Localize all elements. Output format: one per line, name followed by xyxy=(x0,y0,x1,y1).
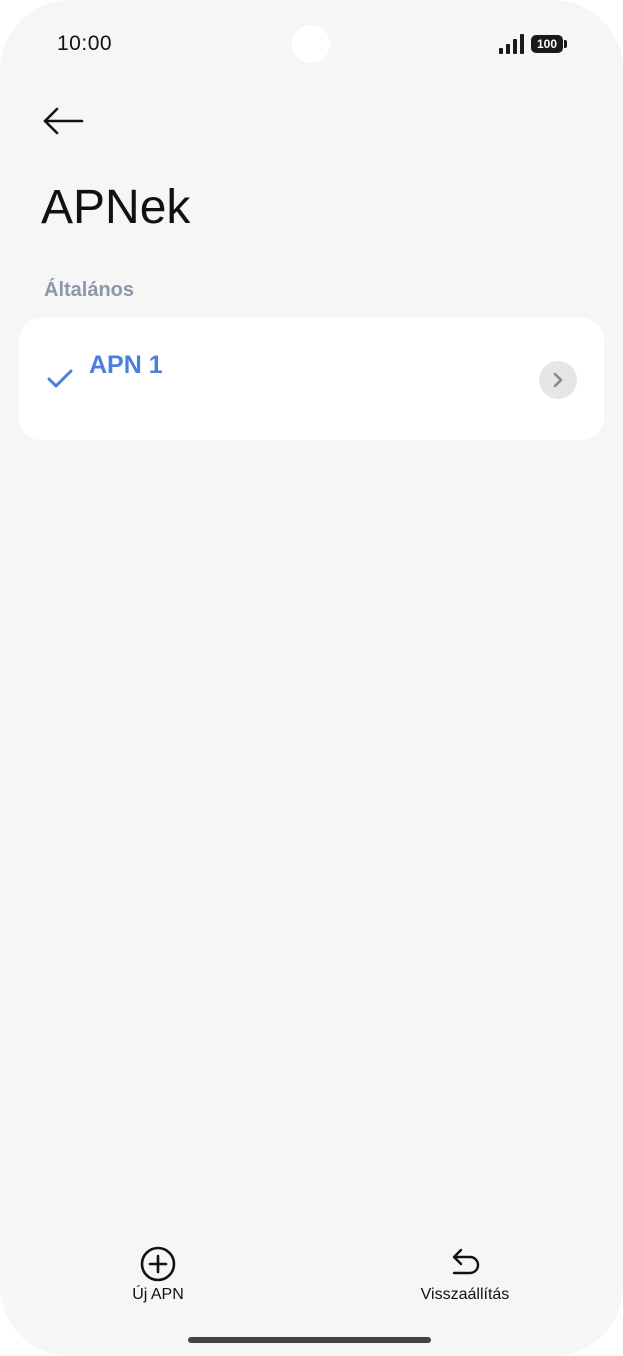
status-time: 10:00 xyxy=(57,32,113,55)
section-header: Általános xyxy=(44,279,135,301)
battery-level: 100 xyxy=(531,35,563,53)
apn-label: APN 1 xyxy=(89,351,163,379)
signal-strength-icon xyxy=(499,34,524,54)
phone-screen: 10:00 100 APNek Általános APN 1 Új APN V… xyxy=(0,0,623,1356)
page-title: APNek xyxy=(41,181,191,234)
checkmark-icon xyxy=(47,369,73,388)
new-apn-button[interactable]: Új APN xyxy=(118,1244,198,1304)
reset-button[interactable]: Visszaállítás xyxy=(405,1244,525,1304)
apn-detail-button[interactable] xyxy=(539,361,577,399)
undo-arrow-icon xyxy=(452,1248,480,1275)
reset-label: Visszaállítás xyxy=(420,1286,510,1303)
battery-icon: 100 xyxy=(531,35,568,53)
chevron-right-icon xyxy=(553,372,563,388)
battery-tip xyxy=(564,40,567,48)
plus-circle-icon xyxy=(140,1246,176,1282)
new-apn-label: Új APN xyxy=(132,1286,184,1303)
back-button[interactable] xyxy=(38,100,88,144)
apn-list-item[interactable]: APN 1 xyxy=(19,318,604,440)
arrow-left-icon xyxy=(43,107,84,135)
apn-list-card: APN 1 xyxy=(19,318,604,440)
status-bar: 10:00 100 xyxy=(0,0,623,90)
front-camera-cutout xyxy=(292,25,330,63)
home-indicator[interactable] xyxy=(188,1337,431,1343)
